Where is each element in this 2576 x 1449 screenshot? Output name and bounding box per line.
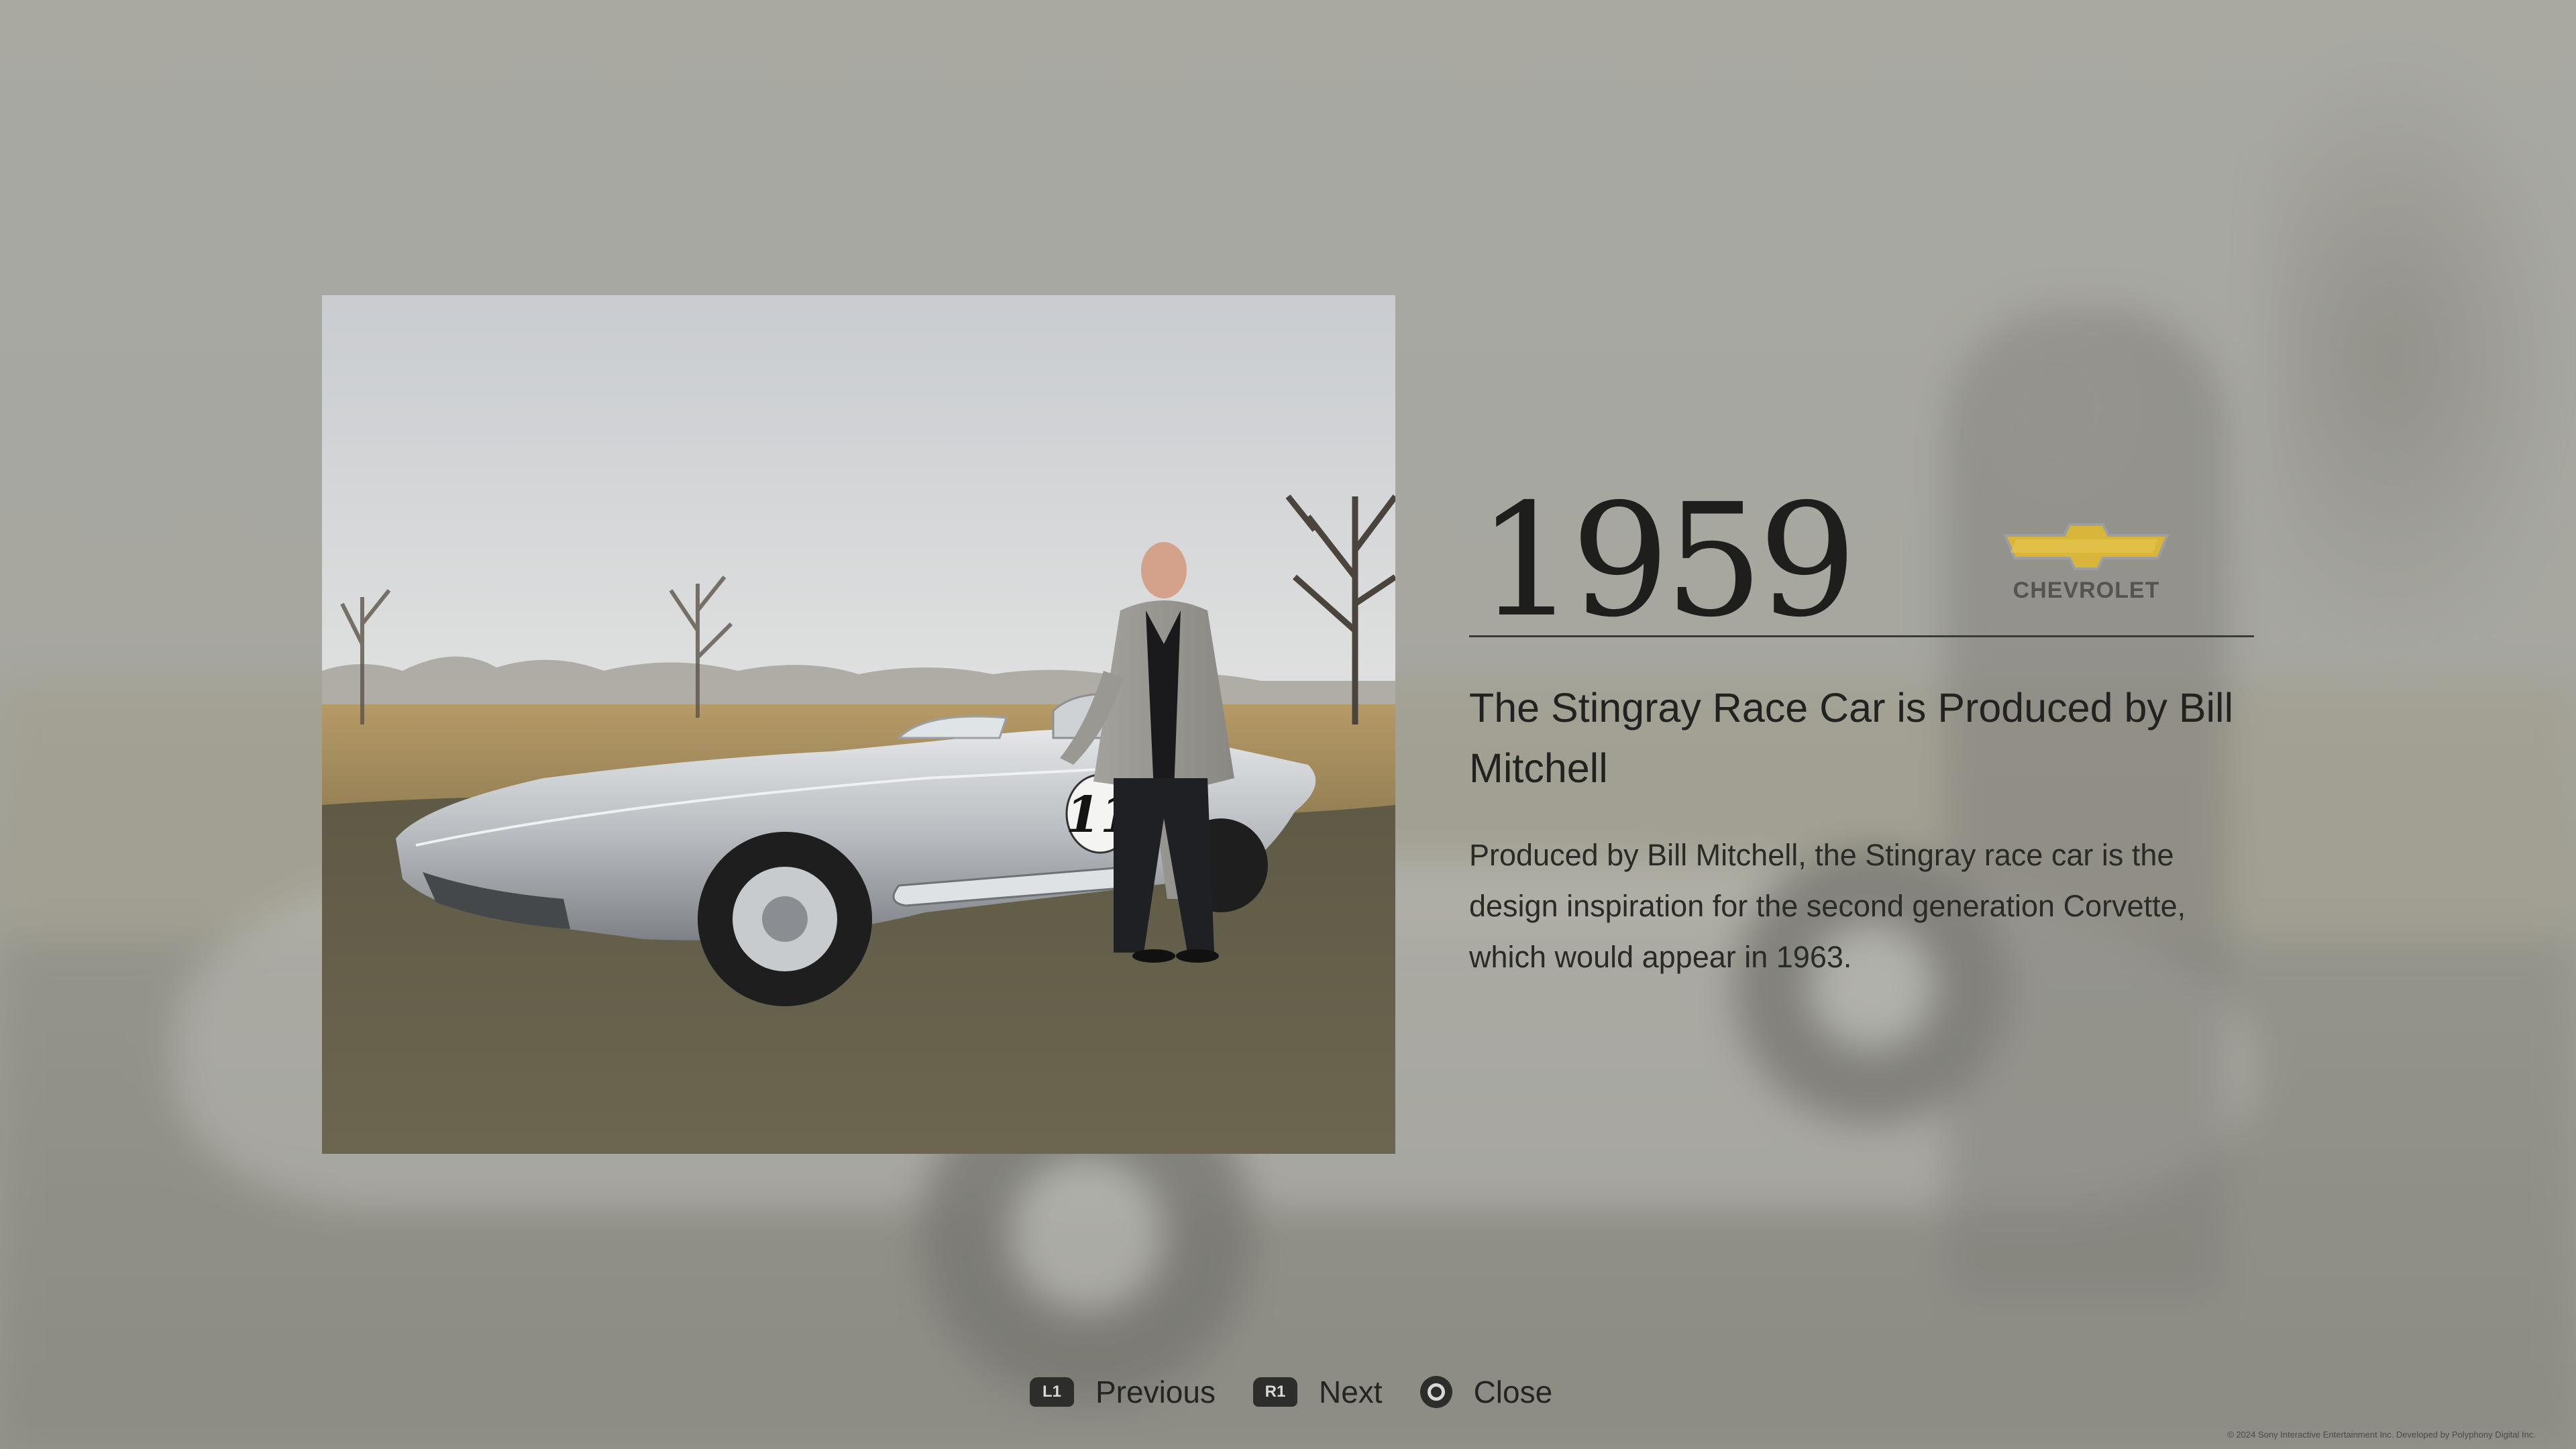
- next-label: Next: [1318, 1375, 1383, 1409]
- historic-photo: 11: [322, 295, 1395, 1154]
- r1-button-icon: R1: [1252, 1377, 1297, 1407]
- year-heading: 1959: [1477, 470, 1857, 651]
- copyright-notice: © 2024 Sony Interactive Entertainment In…: [2227, 1430, 2536, 1440]
- previous-label: Previous: [1095, 1375, 1216, 1409]
- close-label: Close: [1473, 1375, 1553, 1409]
- chevrolet-bowtie-icon: [2003, 523, 2169, 570]
- brand-logo: CHEVROLET: [1999, 523, 2174, 604]
- control-hints: L1 Previous R1 Next Close: [1030, 1368, 1552, 1415]
- l1-button-icon: L1: [1030, 1377, 1074, 1407]
- entry-headline: The Stingray Race Car is Produced by Bil…: [1469, 685, 2234, 791]
- circle-button-icon: [1419, 1376, 1452, 1408]
- entry-description: Produced by Bill Mitchell, the Stingray …: [1469, 838, 2186, 974]
- brand-name: CHEVROLET: [2012, 578, 2160, 603]
- previous-button[interactable]: L1 Previous: [1030, 1374, 1216, 1410]
- divider: [1469, 635, 2254, 637]
- museum-screen: 11 1959 CHEVROLET The Stingray Race Car …: [0, 0, 2576, 1449]
- close-button[interactable]: Close: [1419, 1374, 1553, 1410]
- next-button[interactable]: R1 Next: [1252, 1374, 1383, 1410]
